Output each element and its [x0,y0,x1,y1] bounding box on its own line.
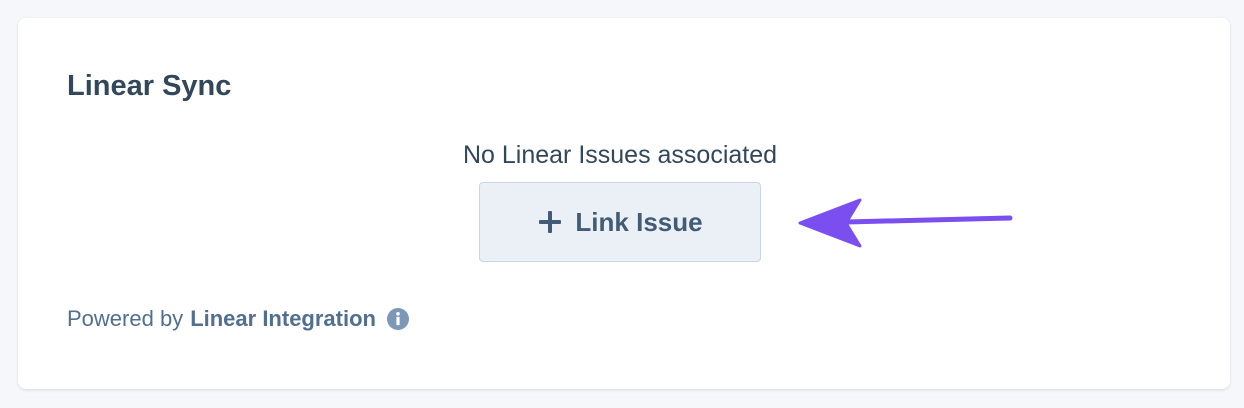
plus-icon [537,209,563,235]
card-title: Linear Sync [67,70,232,102]
powered-by-text: Powered by [67,306,184,331]
info-icon[interactable] [386,307,410,331]
linear-integration-link[interactable]: Linear Integration [190,304,376,334]
link-issue-label: Link Issue [575,206,703,237]
footer: Powered by Linear Integration [67,304,410,334]
annotation-arrow-icon [798,198,1013,248]
linear-sync-card: Linear Sync No Linear Issues associated … [18,18,1230,389]
link-issue-button[interactable]: Link Issue [479,182,761,262]
empty-state-message: No Linear Issues associated [462,141,778,169]
